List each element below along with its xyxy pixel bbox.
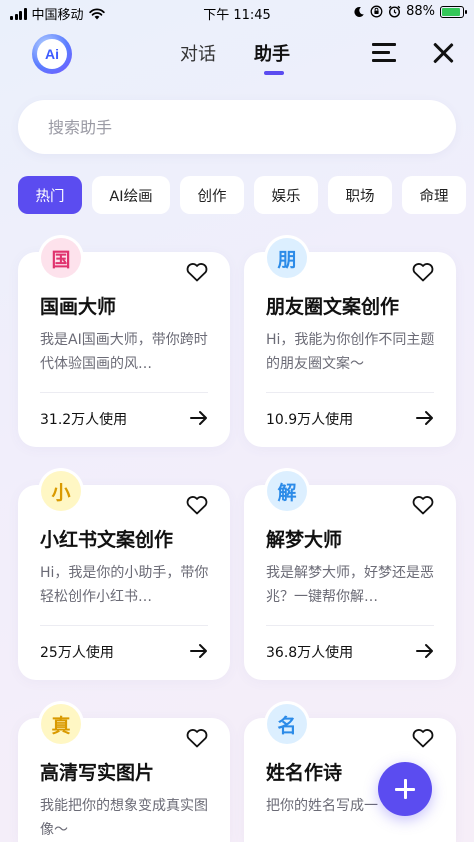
search-input[interactable] — [48, 100, 428, 154]
card-description: Hi，我能为你创作不同主题的朋友圈文案～ — [266, 332, 435, 372]
status-bar-right: 88% — [353, 4, 467, 19]
battery-charging-icon — [440, 5, 467, 18]
category-tabs: 热门 AI绘画 创作 娱乐 职场 命理 — [18, 176, 474, 214]
card-badge: 国 — [38, 235, 84, 281]
card-divider — [40, 625, 208, 626]
card-description: 我能把你的想象变成真实图像～ — [40, 798, 208, 838]
category-ai-painting[interactable]: AI绘画 — [92, 176, 170, 214]
tab-assistant[interactable]: 助手 — [254, 40, 290, 66]
favorite-heart-icon[interactable] — [186, 495, 208, 515]
assistant-card[interactable]: 解梦大师 我是解梦大师，好梦还是恶兆？一键帮你解… 36.8万人使用 — [244, 485, 456, 680]
active-tab-indicator — [264, 71, 284, 75]
card-usage-count: 10.9万人使用 — [266, 412, 354, 428]
card-badge: 解 — [264, 468, 310, 514]
battery-percent: 88% — [406, 4, 435, 19]
arrow-right-icon[interactable] — [416, 410, 434, 426]
card-badge-char: 小 — [41, 471, 81, 511]
card-description: 我是AI国画大师，带你跨时代体验国画的风… — [40, 332, 208, 372]
card-divider — [266, 625, 434, 626]
orientation-lock-icon — [370, 5, 383, 18]
favorite-heart-icon[interactable] — [412, 728, 434, 748]
add-assistant-button[interactable] — [378, 762, 432, 816]
card-description: Hi，我是你的小助手，带你轻松创作小红书… — [40, 565, 209, 605]
card-title: 解梦大师 — [266, 529, 343, 551]
card-title: 小红书文案创作 — [40, 529, 174, 551]
card-badge-char: 国 — [41, 238, 81, 278]
card-title: 高清写实图片 — [40, 762, 155, 784]
card-title: 姓名作诗 — [266, 762, 343, 784]
category-hot[interactable]: 热门 — [18, 176, 82, 214]
card-badge-char: 真 — [41, 704, 81, 744]
alarm-icon — [388, 5, 401, 18]
favorite-heart-icon[interactable] — [186, 262, 208, 282]
assistant-card[interactable]: 朋友圈文案创作 Hi，我能为你创作不同主题的朋友圈文案～ 10.9万人使用 — [244, 252, 456, 447]
menu-icon[interactable] — [372, 42, 396, 64]
favorite-heart-icon[interactable] — [412, 495, 434, 515]
arrow-right-icon[interactable] — [190, 410, 208, 426]
favorite-heart-icon[interactable] — [186, 728, 208, 748]
card-usage-count: 36.8万人使用 — [266, 645, 354, 661]
card-title: 国画大师 — [40, 296, 117, 318]
card-badge-char: 名 — [267, 704, 307, 744]
arrow-right-icon[interactable] — [190, 643, 208, 659]
card-divider — [266, 392, 434, 393]
category-entertainment[interactable]: 娱乐 — [254, 176, 318, 214]
card-badge-char: 朋 — [267, 238, 307, 278]
close-icon[interactable] — [430, 40, 456, 66]
assistant-card[interactable]: 国画大师 我是AI国画大师，带你跨时代体验国画的风… 31.2万人使用 — [18, 252, 230, 447]
card-description: 我是解梦大师，好梦还是恶兆？一键帮你解… — [266, 565, 434, 605]
category-creation[interactable]: 创作 — [180, 176, 244, 214]
status-bar: 中国移动 下午 11:45 88% — [0, 0, 474, 24]
card-badge: 真 — [38, 701, 84, 747]
card-badge: 名 — [264, 701, 310, 747]
card-badge: 小 — [38, 468, 84, 514]
header: Ai 对话 助手 — [0, 26, 474, 82]
battery-level — [442, 7, 460, 16]
card-title: 朋友圈文案创作 — [266, 296, 400, 318]
app-logo[interactable]: Ai — [32, 34, 72, 74]
search-bar — [18, 100, 456, 154]
tab-chat[interactable]: 对话 — [180, 40, 216, 66]
moon-icon — [354, 6, 364, 17]
card-usage-count: 31.2万人使用 — [40, 412, 128, 428]
assistant-card[interactable]: 小红书文案创作 Hi，我是你的小助手，带你轻松创作小红书… 25万人使用 — [18, 485, 230, 680]
category-workplace[interactable]: 职场 — [328, 176, 392, 214]
card-badge: 朋 — [264, 235, 310, 281]
card-divider — [40, 392, 208, 393]
card-usage-count: 25万人使用 — [40, 645, 114, 661]
logo-text: Ai — [37, 39, 67, 69]
category-fortune[interactable]: 命理 — [402, 176, 466, 214]
card-badge-char: 解 — [267, 471, 307, 511]
favorite-heart-icon[interactable] — [412, 262, 434, 282]
arrow-right-icon[interactable] — [416, 643, 434, 659]
